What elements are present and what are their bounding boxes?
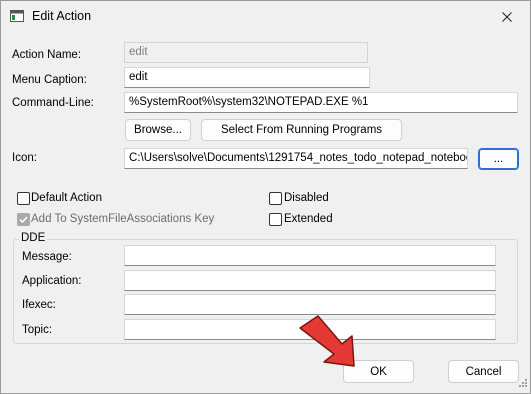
dde-ifexec-label: Ifexec: bbox=[22, 299, 56, 311]
action-name-field: edit bbox=[124, 42, 368, 63]
resize-grip-icon[interactable] bbox=[518, 378, 528, 391]
select-running-programs-button[interactable]: Select From Running Programs bbox=[201, 119, 402, 141]
dde-application-label: Application: bbox=[22, 275, 82, 287]
window-icon bbox=[10, 10, 24, 22]
icon-label: Icon: bbox=[12, 152, 37, 164]
icon-path-input[interactable]: C:\Users\solve\Documents\1291754_notes_t… bbox=[124, 148, 468, 169]
dde-application-input[interactable] bbox=[124, 270, 496, 291]
dde-ifexec-input[interactable] bbox=[124, 294, 496, 315]
command-line-input[interactable]: %SystemRoot%\system32\NOTEPAD.EXE %1 bbox=[124, 92, 518, 113]
extended-label: Extended bbox=[284, 213, 333, 225]
edit-action-dialog: Edit Action Action Name: edit Menu Capti… bbox=[0, 0, 531, 394]
default-action-checkbox[interactable] bbox=[17, 192, 30, 205]
extended-checkbox[interactable] bbox=[269, 213, 282, 226]
red-arrow-icon bbox=[294, 314, 364, 375]
command-line-label: Command-Line: bbox=[12, 97, 94, 109]
dde-message-label: Message: bbox=[22, 251, 72, 263]
add-to-sfa-checkbox bbox=[17, 213, 30, 226]
browse-button[interactable]: Browse... bbox=[125, 119, 191, 141]
dde-message-input[interactable] bbox=[124, 245, 496, 266]
default-action-label: Default Action bbox=[31, 192, 102, 204]
disabled-label: Disabled bbox=[284, 192, 329, 204]
menu-caption-label: Menu Caption: bbox=[12, 74, 87, 86]
checkmark-icon bbox=[19, 216, 28, 224]
dde-group-title: DDE bbox=[19, 232, 48, 244]
title-bar: Edit Action bbox=[1, 1, 530, 32]
cancel-button[interactable]: Cancel bbox=[448, 360, 519, 383]
icon-browse-button[interactable]: ... bbox=[478, 148, 519, 170]
disabled-checkbox[interactable] bbox=[269, 192, 282, 205]
action-name-label: Action Name: bbox=[12, 49, 82, 61]
add-to-sfa-label: Add To SystemFileAssociations Key bbox=[31, 213, 215, 225]
close-button[interactable] bbox=[484, 1, 530, 32]
close-icon bbox=[502, 11, 512, 22]
window-title: Edit Action bbox=[32, 9, 92, 23]
menu-caption-input[interactable]: edit bbox=[124, 67, 370, 88]
dde-topic-label: Topic: bbox=[22, 324, 53, 336]
